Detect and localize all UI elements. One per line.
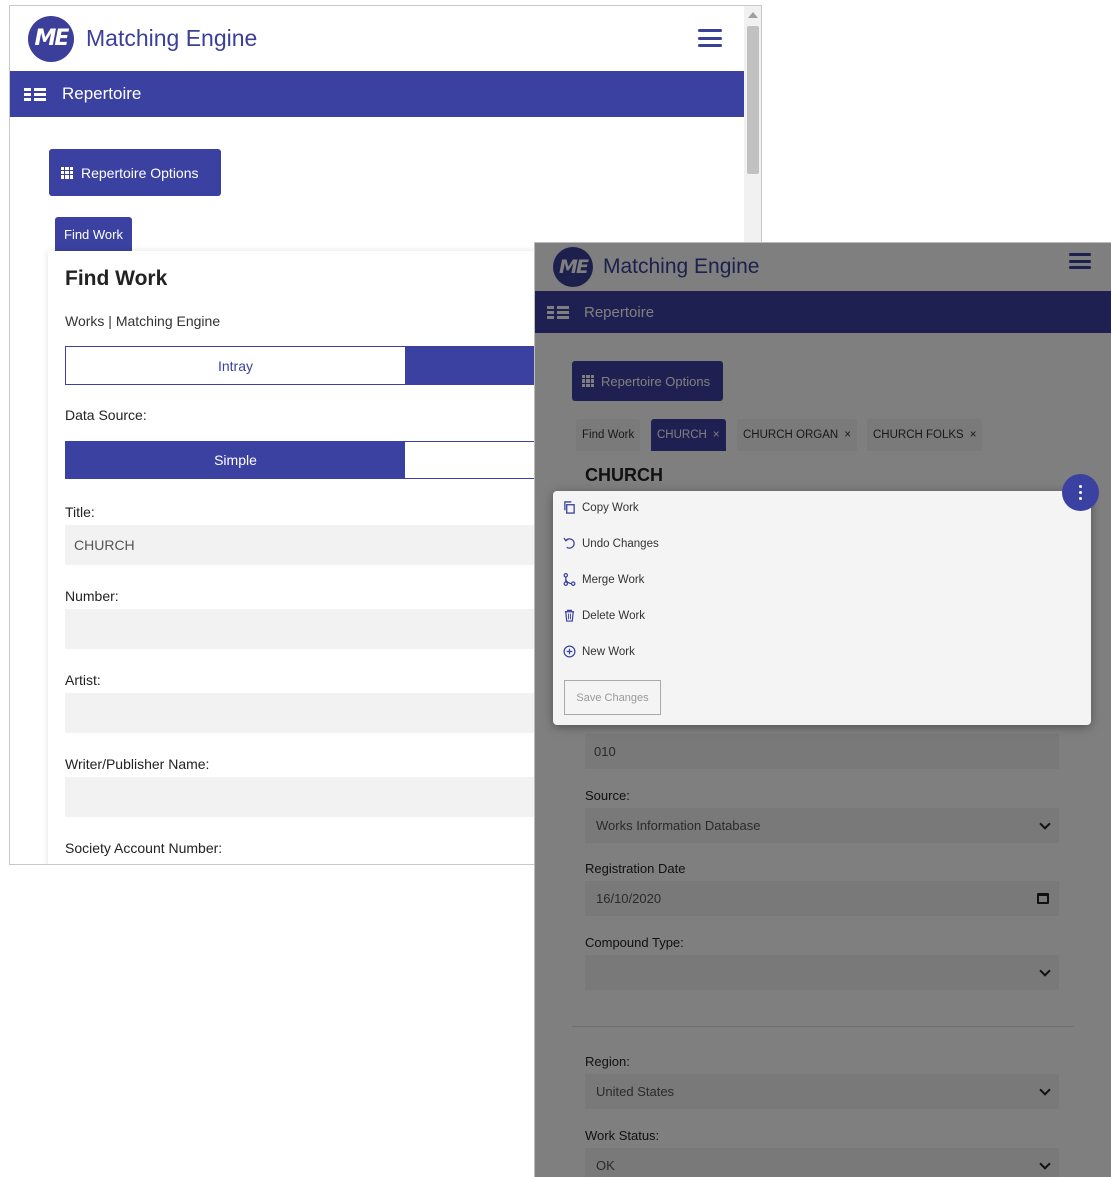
tab-label: Find Work bbox=[582, 429, 635, 441]
app-header: ME Matching Engine bbox=[10, 6, 744, 71]
menu-item-undo-changes[interactable]: Undo Changes bbox=[563, 537, 659, 550]
scroll-up-arrow-icon[interactable] bbox=[748, 12, 758, 18]
toggle-simple[interactable]: Simple bbox=[66, 442, 405, 478]
chevron-down-icon bbox=[1039, 1157, 1051, 1170]
menu-item-new-work[interactable]: New Work bbox=[563, 645, 635, 658]
toggle-intray[interactable]: Intray bbox=[66, 347, 405, 384]
list-icon bbox=[547, 301, 569, 323]
section-divider bbox=[572, 1026, 1074, 1027]
chevron-down-icon bbox=[1039, 964, 1051, 977]
app-title: Matching Engine bbox=[603, 255, 760, 278]
menu-item-label: Undo Changes bbox=[582, 537, 659, 550]
nav-label: Repertoire bbox=[62, 84, 142, 103]
hamburger-menu-icon[interactable] bbox=[1069, 253, 1091, 269]
calendar-icon[interactable] bbox=[1037, 893, 1049, 904]
menu-item-copy-work[interactable]: Copy Work bbox=[563, 501, 639, 514]
compound-type-label: Compound Type: bbox=[585, 935, 684, 950]
app-title: Matching Engine bbox=[86, 25, 258, 51]
region-label: Region: bbox=[585, 1054, 630, 1069]
code-input[interactable]: 010 bbox=[585, 734, 1059, 769]
artist-label: Artist: bbox=[65, 672, 101, 688]
work-status-value: OK bbox=[596, 1158, 615, 1173]
compound-type-select[interactable] bbox=[585, 955, 1059, 990]
plus-circle-icon bbox=[563, 645, 576, 658]
number-label: Number: bbox=[65, 588, 119, 604]
tab-church-organ[interactable]: CHURCH ORGAN × bbox=[737, 419, 857, 451]
card-subtitle: Works | Matching Engine bbox=[65, 313, 221, 329]
tab-label: CHURCH FOLKS bbox=[873, 429, 964, 441]
source-label: Source: bbox=[585, 788, 630, 803]
copy-icon bbox=[564, 501, 575, 514]
card-title: Find Work bbox=[65, 267, 168, 290]
registration-date-label: Registration Date bbox=[585, 861, 686, 876]
save-changes-button[interactable]: Save Changes bbox=[564, 680, 661, 715]
app-header: ME Matching Engine bbox=[535, 243, 1111, 291]
list-icon bbox=[24, 83, 46, 105]
source-select[interactable]: Works Information Database bbox=[585, 808, 1059, 843]
chevron-down-icon bbox=[1039, 817, 1051, 830]
menu-item-label: Copy Work bbox=[582, 501, 639, 514]
work-status-select[interactable]: OK bbox=[585, 1148, 1059, 1177]
repertoire-nav[interactable]: Repertoire bbox=[535, 291, 1111, 333]
tab-church[interactable]: CHURCH × bbox=[651, 419, 726, 451]
tab-find-work[interactable]: Find Work bbox=[576, 419, 641, 451]
tab-find-work[interactable]: Find Work bbox=[55, 217, 132, 251]
menu-item-label: Delete Work bbox=[582, 609, 646, 622]
repertoire-options-button[interactable]: Repertoire Options bbox=[572, 361, 723, 401]
repertoire-nav[interactable]: Repertoire bbox=[10, 71, 744, 117]
grid-icon bbox=[61, 166, 73, 179]
tab-church-folks[interactable]: CHURCH FOLKS × bbox=[867, 419, 983, 451]
registration-date-input[interactable]: 16/10/2020 bbox=[585, 881, 1059, 916]
tab-label: CHURCH ORGAN bbox=[743, 429, 839, 441]
chevron-down-icon bbox=[1039, 1083, 1051, 1096]
app-logo: ME bbox=[553, 247, 593, 287]
tab-close-icon[interactable]: × bbox=[713, 429, 720, 441]
work-actions-menu: Copy Work Undo Changes Merge Work Delete… bbox=[553, 491, 1091, 725]
tab-close-icon[interactable]: × bbox=[970, 429, 977, 441]
trash-icon bbox=[564, 609, 575, 622]
writer-publisher-label: Writer/Publisher Name: bbox=[65, 756, 210, 772]
title-label: Title: bbox=[65, 504, 95, 520]
repertoire-options-label: Repertoire Options bbox=[81, 164, 199, 181]
work-status-label: Work Status: bbox=[585, 1128, 660, 1143]
region-select[interactable]: United States bbox=[585, 1074, 1059, 1109]
grid-icon bbox=[582, 375, 594, 387]
app-logo: ME bbox=[28, 15, 74, 62]
work-title: CHURCH bbox=[585, 465, 663, 485]
society-account-label: Society Account Number: bbox=[65, 840, 223, 856]
scrollbar-thumb[interactable] bbox=[747, 26, 759, 174]
merge-icon bbox=[563, 573, 576, 586]
menu-item-merge-work[interactable]: Merge Work bbox=[563, 573, 644, 586]
hamburger-menu-icon[interactable] bbox=[698, 29, 722, 47]
menu-item-label: New Work bbox=[582, 645, 635, 658]
tab-close-icon[interactable]: × bbox=[844, 429, 851, 441]
data-source-label: Data Source: bbox=[65, 407, 147, 423]
repertoire-options-label: Repertoire Options bbox=[601, 373, 711, 389]
region-value: United States bbox=[596, 1084, 675, 1099]
undo-icon bbox=[563, 537, 575, 549]
source-value: Works Information Database bbox=[596, 818, 761, 833]
repertoire-options-button[interactable]: Repertoire Options bbox=[49, 149, 221, 196]
nav-label: Repertoire bbox=[584, 303, 655, 321]
tab-label: CHURCH bbox=[657, 429, 707, 441]
registration-date-value: 16/10/2020 bbox=[596, 891, 662, 906]
menu-item-label: Merge Work bbox=[582, 573, 645, 586]
more-options-icon[interactable] bbox=[1062, 474, 1099, 511]
menu-item-delete-work[interactable]: Delete Work bbox=[563, 609, 645, 622]
